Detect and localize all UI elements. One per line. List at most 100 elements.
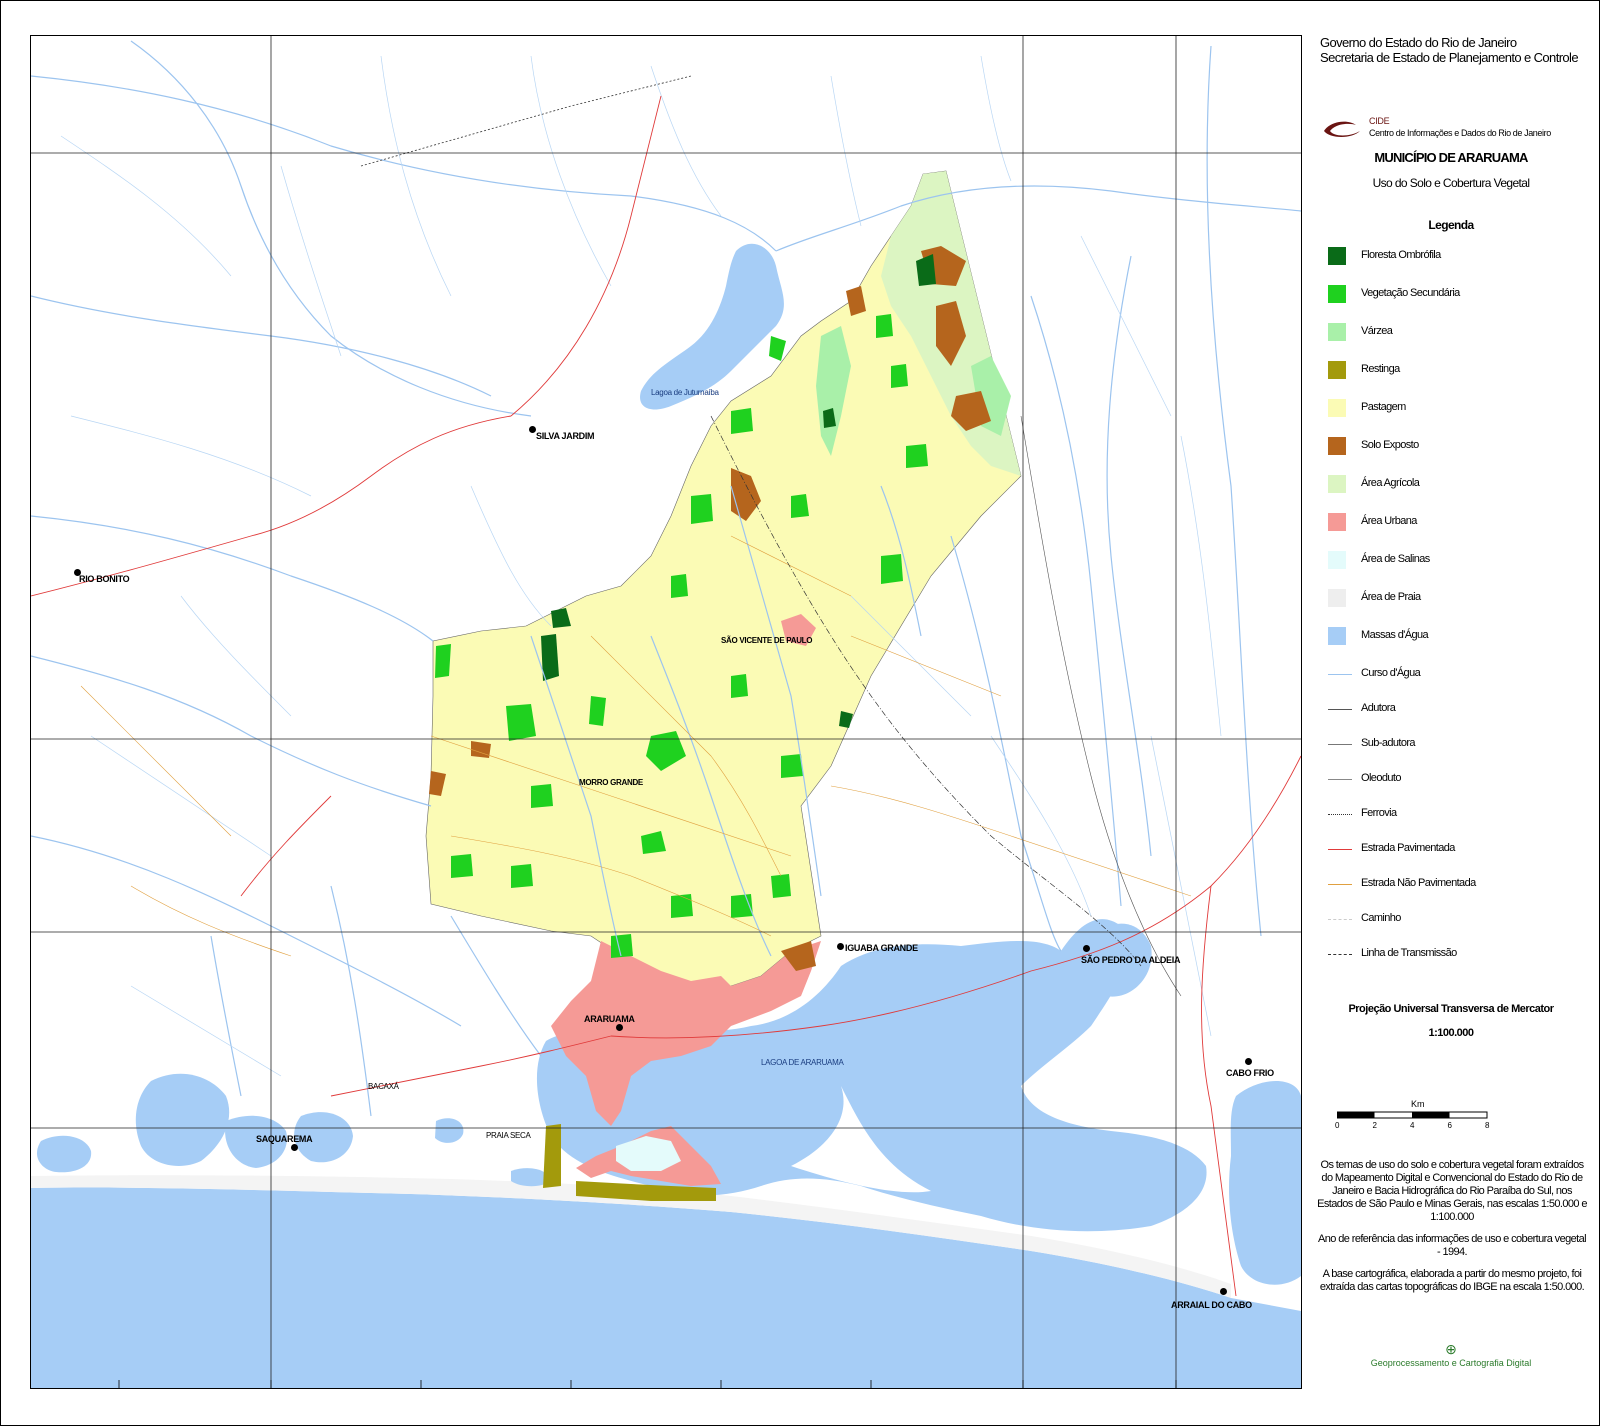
map-subtitle: Uso do Solo e Cobertura Vegetal [1372, 176, 1530, 190]
lagoa-jacone [36, 1135, 92, 1173]
map-frame[interactable]: SILVA JARDIM RIO BONITO SÃO VICENTE DE P… [30, 35, 1302, 1389]
legend-item-area: Área de Salinas [1328, 551, 1588, 571]
place-rio-bonito[interactable]: RIO BONITO [79, 574, 130, 584]
legend-label: Massas d'Água [1361, 629, 1429, 641]
scale-label: 1:100.000 [1428, 1027, 1474, 1039]
legend-label: Linha de Transmissão [1361, 947, 1457, 959]
legend-line-swatch [1328, 954, 1352, 955]
legend-item-area: Restinga [1328, 361, 1588, 381]
map-sheet: SILVA JARDIM RIO BONITO SÃO VICENTE DE P… [0, 0, 1600, 1426]
legend-item-line: Curso d'Água [1328, 665, 1588, 685]
legend-item-area: Solo Exposto [1328, 437, 1588, 457]
lagoa-cabo-frio [1229, 1081, 1301, 1285]
legend-swatch [1328, 627, 1346, 645]
legend-item-area: Floresta Ombrófila [1328, 247, 1588, 267]
legend-swatch [1328, 285, 1346, 303]
legend-label: Vegetação Secundária [1361, 287, 1460, 299]
place-bacaxa[interactable]: BACAXÁ [368, 1082, 399, 1091]
araruama-marker [616, 1024, 623, 1031]
legend-item-area: Área Urbana [1328, 513, 1588, 533]
org-short: CIDE [1369, 116, 1390, 126]
legend-label: Estrada Pavimentada [1361, 842, 1455, 854]
legend-label: Adutora [1361, 702, 1396, 714]
legend-line-swatch [1328, 919, 1352, 920]
legend-swatch [1328, 551, 1346, 569]
scale-tick-label: 2 [1372, 1121, 1377, 1130]
map-title: MUNICÍPIO DE ARARUAMA [1374, 150, 1528, 165]
place-saquarema[interactable]: SAQUAREMA [256, 1134, 313, 1144]
place-lagoa-juturnaiba[interactable]: Lagoa de Juturnaíba [651, 388, 719, 397]
legend-panel: Governo do Estado do Rio de Janeiro Secr… [1306, 35, 1596, 1395]
place-sao-pedro[interactable]: SÃO PEDRO DA ALDEIA [1081, 955, 1180, 965]
legend-label: Sub-adutora [1361, 737, 1416, 749]
footer-logo-text: Geoprocessamento e Cartografia Digital [1370, 1358, 1532, 1368]
legend-swatch [1328, 437, 1346, 455]
place-silva-jardim[interactable]: SILVA JARDIM [536, 431, 595, 441]
saquarema-marker [291, 1144, 298, 1151]
scale-tick-label: 4 [1410, 1121, 1415, 1130]
legend-label: Oleoduto [1361, 772, 1401, 784]
legend-item-area: Vegetação Secundária [1328, 285, 1588, 305]
legend-item-area: Área Agrícola [1328, 475, 1588, 495]
place-cabo-frio[interactable]: CABO FRIO [1226, 1068, 1274, 1078]
legend-item-area: Várzea [1328, 323, 1588, 343]
scale-bar-graphic [1337, 1111, 1488, 1119]
legend-swatch [1328, 589, 1346, 607]
place-lagoa-araruama[interactable]: LAGOA DE ARARUAMA [761, 1058, 844, 1067]
legend-item-line: Estrada Não Pavimentada [1328, 875, 1588, 895]
place-praia-seca[interactable]: PRAIA SECA [486, 1131, 531, 1140]
legend-label: Área de Salinas [1361, 553, 1430, 565]
scale-tick-label: 6 [1447, 1121, 1452, 1130]
legend-label: Ferrovia [1361, 807, 1397, 819]
header-secretariat: Secretaria de Estado de Planejamento e C… [1320, 50, 1579, 65]
legend-item-line: Ferrovia [1328, 805, 1588, 825]
legend-label: Várzea [1361, 325, 1393, 337]
cabo-frio-marker [1245, 1058, 1252, 1065]
legend-line-swatch [1328, 709, 1352, 710]
legend-line-swatch [1328, 744, 1352, 745]
legend-label: Área de Praia [1361, 591, 1421, 603]
legend-label: Restinga [1361, 363, 1400, 375]
legend-label: Estrada Não Pavimentada [1361, 877, 1476, 889]
place-morro-grande[interactable]: MORRO GRANDE [579, 778, 643, 787]
legend-label: Pastagem [1361, 401, 1406, 413]
legend-item-area: Massas d'Água [1328, 627, 1588, 647]
legend-swatch [1328, 323, 1346, 341]
place-arraial[interactable]: ARRAIAL DO CABO [1171, 1300, 1252, 1310]
header-government: Governo do Estado do Rio de Janeiro [1320, 35, 1517, 50]
arraial-marker [1220, 1288, 1227, 1295]
legend-item-area: Área de Praia [1328, 589, 1588, 609]
note-3: A base cartográfica, elaborada a partir … [1319, 1268, 1585, 1293]
legend-item-line: Adutora [1328, 700, 1588, 720]
legend-title: Legenda [1428, 218, 1474, 232]
legend-item-area: Pastagem [1328, 399, 1588, 419]
legend-item-line: Sub-adutora [1328, 735, 1588, 755]
iguaba-marker [837, 943, 844, 950]
legend-label: Área Agrícola [1361, 477, 1420, 489]
legend-label: Curso d'Água [1361, 667, 1421, 679]
scale-tick-label: 8 [1485, 1121, 1490, 1130]
legend-line-swatch [1328, 884, 1352, 885]
map-canvas[interactable] [31, 36, 1301, 1388]
legend-item-line: Caminho [1328, 910, 1588, 930]
org-full: Centro de Informações e Dados do Rio de … [1369, 128, 1551, 138]
note-2: Ano de referência das informações de uso… [1318, 1233, 1587, 1258]
legend-swatch [1328, 399, 1346, 417]
legend-line-swatch [1328, 674, 1352, 675]
legend-line-swatch [1328, 779, 1352, 780]
scale-unit: Km [1411, 1099, 1425, 1109]
sao-pedro-marker [1083, 945, 1090, 952]
place-sao-vicente[interactable]: SÃO VICENTE DE PAULO [721, 636, 813, 645]
legend-swatch [1328, 513, 1346, 531]
projection-label: Projeção Universal Transversa de Mercato… [1348, 1003, 1554, 1015]
legend-line-swatch [1328, 849, 1352, 850]
scale-bar: Km 0 2 4 6 8 [1335, 1099, 1497, 1141]
globe-icon: ⊕ [1445, 1341, 1457, 1357]
legend-label: Floresta Ombrófila [1361, 249, 1441, 261]
place-araruama[interactable]: ARARUAMA [584, 1014, 635, 1024]
place-iguaba-grande[interactable]: IGUABA GRANDE [845, 943, 918, 953]
legend-swatch [1328, 247, 1346, 265]
legend-line-swatch [1328, 814, 1352, 815]
footer-logo: ⊕ Geoprocessamento e Cartografia Digital [1306, 1341, 1596, 1368]
note-1: Os temas de uso do solo e cobertura vege… [1317, 1159, 1587, 1223]
